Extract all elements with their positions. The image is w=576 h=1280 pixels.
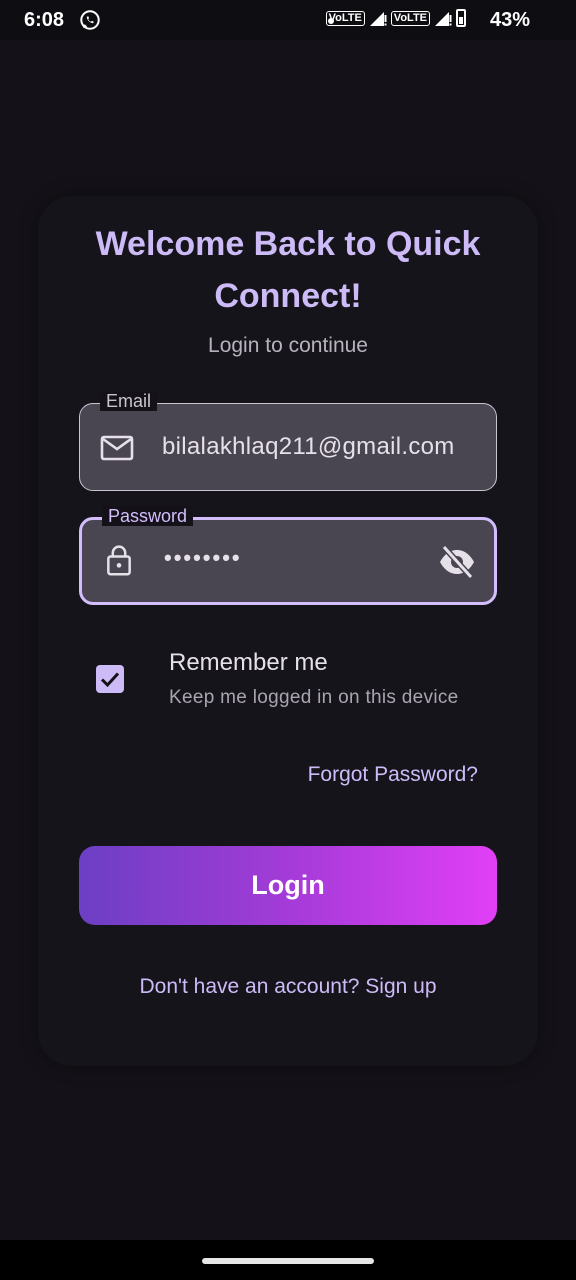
- status-time: 6:08: [24, 9, 65, 31]
- lock-icon: [107, 545, 131, 576]
- email-field[interactable]: Email bilalakhlaq211@gmail.com: [79, 391, 497, 491]
- eye-off-icon[interactable]: [438, 545, 476, 579]
- password-input[interactable]: ••••••••: [164, 517, 472, 599]
- check-icon: [100, 672, 120, 688]
- signal-icon: [369, 12, 387, 26]
- remember-me-label[interactable]: Remember me: [169, 649, 328, 677]
- forgot-password-link[interactable]: Forgot Password?: [308, 763, 478, 787]
- status-icons: VoLTE VoLTE: [325, 9, 466, 27]
- page-title: Welcome Back to Quick Connect!: [95, 225, 481, 315]
- status-bar: 6:08 VoLTE VoLTE 43%: [0, 0, 576, 40]
- email-input[interactable]: bilalakhlaq211@gmail.com: [162, 404, 474, 490]
- password-field[interactable]: Password ••••••••: [79, 506, 497, 605]
- signup-link[interactable]: Don't have an account? Sign up: [40, 975, 536, 999]
- login-card: [38, 196, 538, 1066]
- remember-me-checkbox[interactable]: [96, 665, 124, 693]
- mail-icon: [100, 435, 134, 461]
- home-gesture-pill[interactable]: [202, 1258, 374, 1264]
- battery-icon: [456, 9, 466, 27]
- remember-me-description: Keep me logged in on this device: [169, 687, 459, 708]
- navigation-bar: [0, 1240, 576, 1280]
- volte-badge: VoLTE: [390, 10, 430, 26]
- page-subtitle: Login to continue: [208, 334, 368, 357]
- login-button[interactable]: Login: [79, 846, 497, 925]
- volte-badge: VoLTE: [325, 10, 365, 26]
- signal-icon: [435, 12, 452, 26]
- battery-percent: 43%: [489, 9, 530, 31]
- email-label: Email: [100, 391, 158, 411]
- whatsapp-icon: [80, 10, 100, 30]
